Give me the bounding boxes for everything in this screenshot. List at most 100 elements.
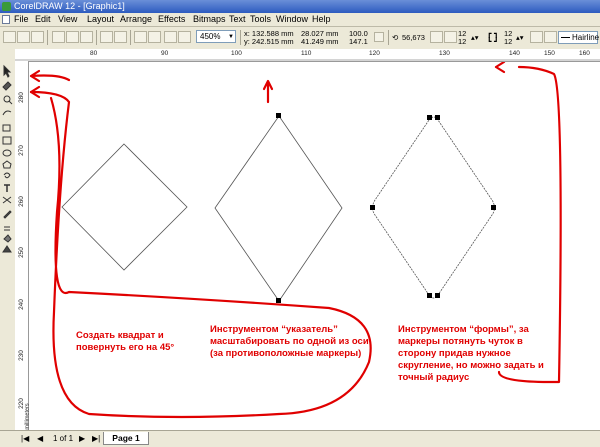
new-icon[interactable]	[3, 31, 16, 43]
spin-icon[interactable]: ▴▾	[471, 34, 479, 42]
height-field[interactable]: 41.249 mm	[301, 38, 339, 46]
import-icon[interactable]	[134, 31, 147, 43]
page-counter: 1 of 1	[53, 434, 74, 443]
node-handle[interactable]	[427, 115, 432, 120]
vertical-ruler[interactable]: 280 270 260 250 240 230 220 millimeters	[15, 61, 31, 430]
stretched-rhombus-shape[interactable]	[214, 115, 343, 302]
shape-tool-icon	[2, 81, 12, 91]
scale-height[interactable]: 147.1	[349, 38, 368, 46]
rounded-rhombus-shape[interactable]	[372, 116, 495, 299]
ruler-tick-label: 230	[17, 350, 25, 361]
export-icon[interactable]	[148, 31, 161, 43]
cut-icon[interactable]	[52, 31, 65, 43]
polygon-tool-icon	[2, 160, 12, 169]
last-page-icon[interactable]: ▶|	[92, 434, 100, 444]
drawing-canvas[interactable]: Создать квадрат и повернуть его на 45° И…	[29, 62, 600, 430]
horizontal-ruler[interactable]: 80 90 100 110 120 130 140 150 160	[15, 49, 600, 62]
menu-edit[interactable]: Edit	[35, 14, 51, 25]
node-handle[interactable]	[435, 293, 440, 298]
page-tab[interactable]: Page 1	[103, 432, 149, 445]
save-icon[interactable]	[31, 31, 44, 43]
title-bar: CorelDRAW 12 - [Graphic1]	[0, 0, 600, 13]
first-page-icon[interactable]: |◀	[21, 434, 29, 444]
ruler-tick-label: 110	[301, 50, 312, 57]
document-icon[interactable]	[2, 15, 10, 24]
ruler-tick-label: 150	[544, 50, 555, 57]
zoom-handle	[8, 100, 13, 105]
lock-ratio-icon[interactable]	[374, 32, 384, 42]
outline-tool-icon	[4, 226, 10, 231]
paste-icon[interactable]	[80, 31, 93, 43]
ruler-tick-label: 80	[90, 50, 98, 57]
outline-width-select[interactable]: Hairline	[558, 31, 599, 44]
corner-radius-bottom-right[interactable]: 12	[504, 38, 512, 46]
zoom-select[interactable]: 450% ▼	[196, 30, 236, 43]
redo-icon[interactable]	[114, 31, 127, 43]
smart-fill-icon	[2, 124, 11, 132]
welcome-icon[interactable]	[178, 31, 191, 43]
fill-tool-icon	[3, 234, 12, 243]
rotate-icon: ⟲	[392, 33, 399, 42]
undo-icon[interactable]	[100, 31, 113, 43]
spin-icon[interactable]: ▴▾	[516, 34, 524, 42]
page-navigator: |◀ ◀ 1 of 1 ▶ ▶| Page 1	[0, 430, 600, 447]
blend-tool-icon	[2, 196, 12, 204]
node-handle[interactable]	[491, 205, 496, 210]
menu-view[interactable]: View	[58, 14, 77, 25]
ruler-tick-label: 130	[439, 50, 450, 57]
menu-file[interactable]: File	[14, 14, 29, 25]
mirror-horizontal-icon[interactable]	[430, 31, 443, 43]
freehand-tool-icon	[2, 110, 12, 116]
zoom-value: 450%	[200, 32, 221, 41]
arrow-up-handle	[262, 79, 274, 104]
ruler-tick-label: 280	[17, 92, 25, 103]
annotation-middle: Инструментом “указатель” масштабировать …	[210, 324, 369, 359]
app-icon	[2, 2, 11, 11]
menu-effects[interactable]: Effects	[158, 14, 185, 25]
ellipse-tool-icon	[2, 149, 12, 157]
node-handle[interactable]	[427, 293, 432, 298]
spiral-tool-icon	[3, 172, 11, 179]
annotation-right: Инструментом “формы”, за маркеры потянут…	[398, 324, 544, 383]
rotated-square-shape[interactable]	[61, 143, 188, 271]
position-y[interactable]: y: 242.515 mm	[244, 38, 294, 46]
corner-bl-icon: ┗	[487, 37, 492, 46]
ruler-tick-label: 100	[231, 50, 242, 57]
node-handle[interactable]	[370, 205, 375, 210]
toolbox-icons	[2, 64, 13, 253]
ruler-tick-label: 270	[17, 145, 25, 156]
menu-arrange[interactable]: Arrange	[120, 14, 152, 25]
menu-bitmaps[interactable]: Bitmaps	[193, 14, 226, 25]
rectangle-tool-icon	[2, 136, 12, 145]
prev-page-icon[interactable]: ◀	[37, 434, 43, 444]
arrow-to-pick-tool	[29, 90, 372, 419]
selection-handle[interactable]	[276, 298, 281, 303]
toolbox	[0, 49, 16, 430]
line-icon	[561, 37, 570, 38]
menu-window[interactable]: Window	[276, 14, 308, 25]
next-page-icon[interactable]: ▶	[79, 434, 85, 444]
open-icon[interactable]	[17, 31, 30, 43]
round-corners-lock-icon[interactable]	[530, 31, 543, 43]
wrap-text-icon[interactable]	[544, 31, 557, 43]
ruler-tick-label: 260	[17, 196, 25, 207]
node-handle[interactable]	[435, 115, 440, 120]
menu-tools[interactable]: Tools	[250, 14, 271, 25]
arrowhead-toolbar	[494, 62, 506, 74]
rotation-angle[interactable]: 56,673	[402, 34, 425, 42]
annotation-left: Создать квадрат и повернуть его на 45°	[76, 330, 175, 353]
window-title: CorelDRAW 12 - [Graphic1]	[14, 1, 125, 11]
menu-text[interactable]: Text	[229, 14, 246, 25]
corner-br-icon: ┛	[494, 37, 499, 46]
copy-icon[interactable]	[66, 31, 79, 43]
text-tool-icon	[4, 184, 10, 192]
corner-radius-bottom-left[interactable]: 12	[458, 38, 466, 46]
menu-layout[interactable]: Layout	[87, 14, 114, 25]
menu-help[interactable]: Help	[312, 14, 331, 25]
eyedropper-tool-icon	[3, 210, 12, 219]
property-bar: 450% ▼ x: 132.588 mm y: 242.515 mm 28.02…	[0, 27, 600, 50]
selection-handle[interactable]	[276, 113, 281, 118]
app-launcher-icon[interactable]	[164, 31, 177, 43]
ruler-tick-label: 140	[509, 50, 520, 57]
mirror-vertical-icon[interactable]	[444, 31, 457, 43]
